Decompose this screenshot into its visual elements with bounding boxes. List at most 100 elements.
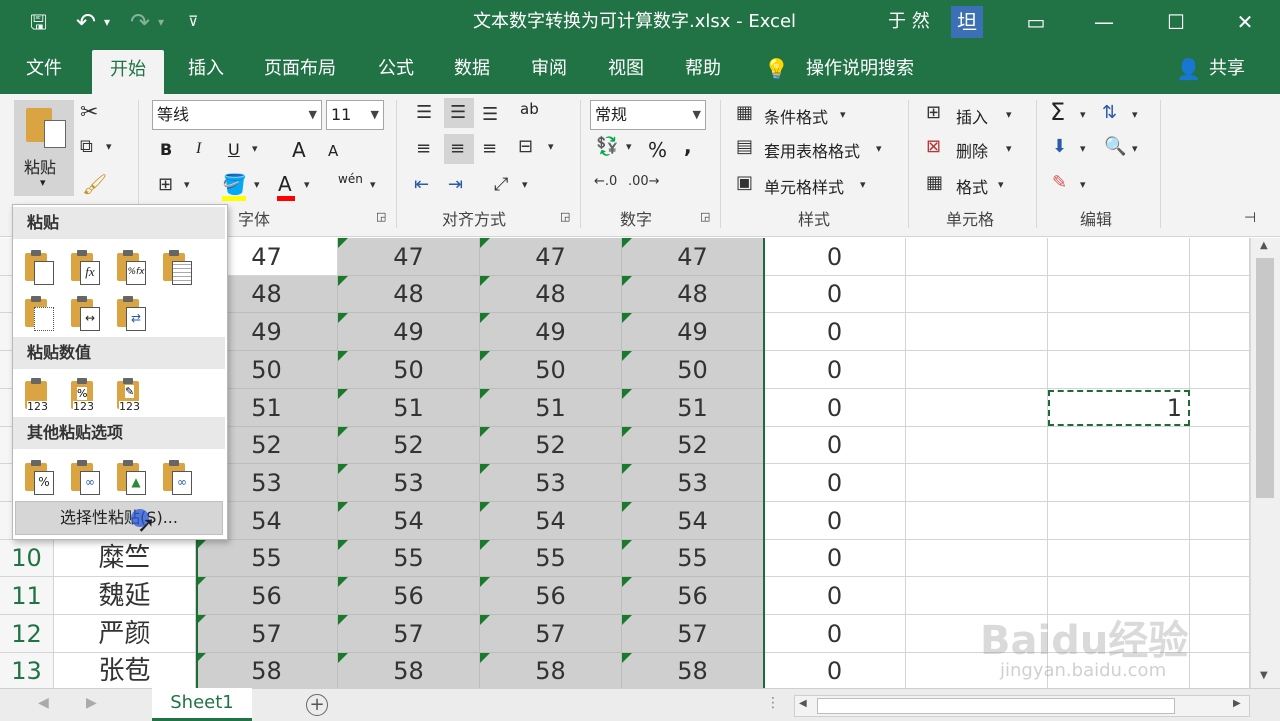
tab-formulas[interactable]: 公式 — [366, 44, 426, 94]
copy-dropdown-icon[interactable]: ▾ — [106, 140, 112, 153]
align-left-icon[interactable]: ≡ — [416, 138, 431, 159]
sort-filter-icon[interactable]: ⇅ — [1102, 102, 1117, 123]
insert-cells-icon[interactable]: ⊞ — [926, 102, 941, 123]
comma-button[interactable]: , — [684, 134, 692, 158]
value-cell[interactable]: 48 — [622, 276, 764, 313]
empty-cell[interactable] — [1048, 276, 1190, 313]
number-dialog-launcher-icon[interactable]: ◲ — [700, 210, 710, 223]
phonetic-dropdown-icon[interactable]: ▾ — [370, 178, 376, 191]
undo-dropdown-icon[interactable]: ▾ — [104, 0, 110, 44]
decrease-decimal-icon[interactable]: .00→ — [628, 174, 660, 189]
chevron-down-icon[interactable]: ▾ — [1080, 142, 1086, 155]
name-cell[interactable]: 张苞 — [54, 653, 196, 688]
tab-file[interactable]: 文件 — [14, 44, 74, 94]
value-cell[interactable]: 55 — [480, 540, 622, 577]
value-cell[interactable]: 56 — [480, 577, 622, 615]
phonetic-guide-button[interactable]: wén — [338, 172, 363, 186]
percent-button[interactable]: % — [648, 138, 667, 162]
name-cell[interactable]: 魏延 — [54, 577, 196, 615]
empty-cell[interactable] — [1190, 351, 1250, 389]
chevron-down-icon[interactable]: ▾ — [1080, 178, 1086, 191]
result-cell[interactable]: 0 — [764, 351, 906, 389]
chevron-down-icon[interactable]: ▾ — [1132, 142, 1138, 155]
empty-cell[interactable] — [1190, 577, 1250, 615]
empty-cell[interactable] — [1048, 464, 1190, 502]
row-header[interactable]: 13 — [0, 653, 54, 688]
empty-cell[interactable] — [1190, 427, 1250, 464]
tab-review[interactable]: 审阅 — [519, 44, 579, 94]
number-format-combo[interactable]: 常规 ▼ — [590, 100, 706, 130]
paste-dropdown-icon[interactable]: ▾ — [40, 176, 46, 189]
chevron-down-icon[interactable]: ▾ — [1006, 142, 1012, 155]
result-cell[interactable]: 0 — [764, 276, 906, 313]
horizontal-scrollbar[interactable]: ◀ ▶ — [794, 695, 1250, 717]
copy-icon[interactable]: ⧉ — [80, 136, 93, 157]
value-cell[interactable]: 57 — [480, 615, 622, 653]
align-right-icon[interactable]: ≡ — [482, 138, 497, 159]
result-cell[interactable]: 0 — [764, 427, 906, 464]
chevron-down-icon[interactable]: ▾ — [998, 178, 1004, 191]
value-cell[interactable]: 50 — [480, 351, 622, 389]
value-cell[interactable]: 53 — [622, 464, 764, 502]
chevron-down-icon[interactable]: ▾ — [1006, 108, 1012, 121]
delete-cells-icon[interactable]: ⊠ — [926, 136, 941, 157]
ribbon-display-options-icon[interactable]: ▭ — [1013, 0, 1059, 44]
value-cell[interactable]: 49 — [338, 313, 480, 351]
merge-dropdown-icon[interactable]: ▾ — [548, 140, 554, 153]
chevron-down-icon[interactable]: ▾ — [860, 178, 866, 191]
paste-picture-icon[interactable]: ▲ — [113, 457, 147, 495]
autosum-button[interactable]: Σ — [1050, 98, 1065, 126]
find-select-icon[interactable]: 🔍 — [1104, 136, 1126, 157]
clear-icon[interactable]: ✎ — [1052, 172, 1067, 193]
tab-page-layout[interactable]: 页面布局 — [256, 44, 344, 94]
value-cell[interactable]: 51 — [480, 389, 622, 427]
value-cell[interactable]: 58 — [622, 653, 764, 688]
maximize-icon[interactable]: ☐ — [1153, 0, 1199, 44]
paste-values-number-format-icon[interactable]: 123% — [67, 375, 101, 413]
value-cell[interactable]: 56 — [196, 577, 338, 615]
empty-cell[interactable] — [906, 540, 1048, 577]
format-as-table-button[interactable]: 套用表格格式 — [764, 138, 860, 162]
tab-view[interactable]: 视图 — [596, 44, 656, 94]
value-cell[interactable]: 52 — [480, 427, 622, 464]
copied-cell-marquee[interactable]: 1 — [1048, 390, 1190, 426]
user-name[interactable]: 于 然 — [888, 0, 930, 44]
customize-toolbar-icon[interactable]: ⊽ — [188, 0, 198, 44]
paste-special-button[interactable]: 选择性粘贴(S)... — [15, 501, 223, 535]
orientation-icon[interactable]: ⤢ — [494, 174, 508, 195]
merge-center-icon[interactable]: ⊟ — [518, 136, 533, 157]
format-cells-button[interactable]: 格式 — [956, 174, 988, 198]
insert-cells-button[interactable]: 插入 — [956, 104, 988, 128]
value-cell[interactable]: 50 — [338, 351, 480, 389]
redo-dropdown-icon[interactable]: ▾ — [158, 0, 164, 44]
empty-cell[interactable] — [906, 313, 1048, 351]
name-cell[interactable]: 糜竺 — [54, 540, 196, 577]
row-header[interactable]: 12 — [0, 615, 54, 653]
paste-values-source-format-icon[interactable]: 123 ✎ — [113, 375, 147, 413]
paste-linked-picture-icon[interactable]: ∞ — [159, 457, 193, 495]
chevron-down-icon[interactable]: ▾ — [1080, 108, 1086, 121]
close-icon[interactable]: ✕ — [1222, 0, 1268, 44]
tab-splitter-icon[interactable]: ⋮ — [766, 695, 780, 711]
value-cell[interactable]: 58 — [338, 653, 480, 688]
value-cell[interactable]: 55 — [196, 540, 338, 577]
scroll-down-icon[interactable]: ▼ — [1260, 670, 1268, 681]
tab-home[interactable]: 开始 — [92, 50, 164, 94]
empty-cell[interactable] — [1190, 502, 1250, 540]
result-cell[interactable]: 0 — [764, 615, 906, 653]
minimize-icon[interactable]: — — [1081, 0, 1127, 44]
value-cell[interactable]: 49 — [622, 313, 764, 351]
cut-icon[interactable]: ✂ — [80, 100, 98, 125]
increase-decimal-icon[interactable]: ←.0 — [594, 174, 617, 189]
paste-keep-column-widths-icon[interactable]: ↔ — [67, 293, 101, 331]
empty-cell[interactable] — [906, 427, 1048, 464]
fill-icon[interactable]: ⬇ — [1052, 136, 1067, 157]
row-header[interactable]: 10 — [0, 540, 54, 577]
alignment-dialog-launcher-icon[interactable]: ◲ — [560, 210, 570, 223]
value-cell[interactable]: 53 — [480, 464, 622, 502]
value-cell[interactable]: 51 — [338, 389, 480, 427]
result-cell[interactable]: 0 — [764, 540, 906, 577]
empty-cell[interactable] — [906, 389, 1048, 427]
orientation-dropdown-icon[interactable]: ▾ — [522, 178, 528, 191]
save-icon[interactable]: 🖫 — [30, 0, 47, 44]
